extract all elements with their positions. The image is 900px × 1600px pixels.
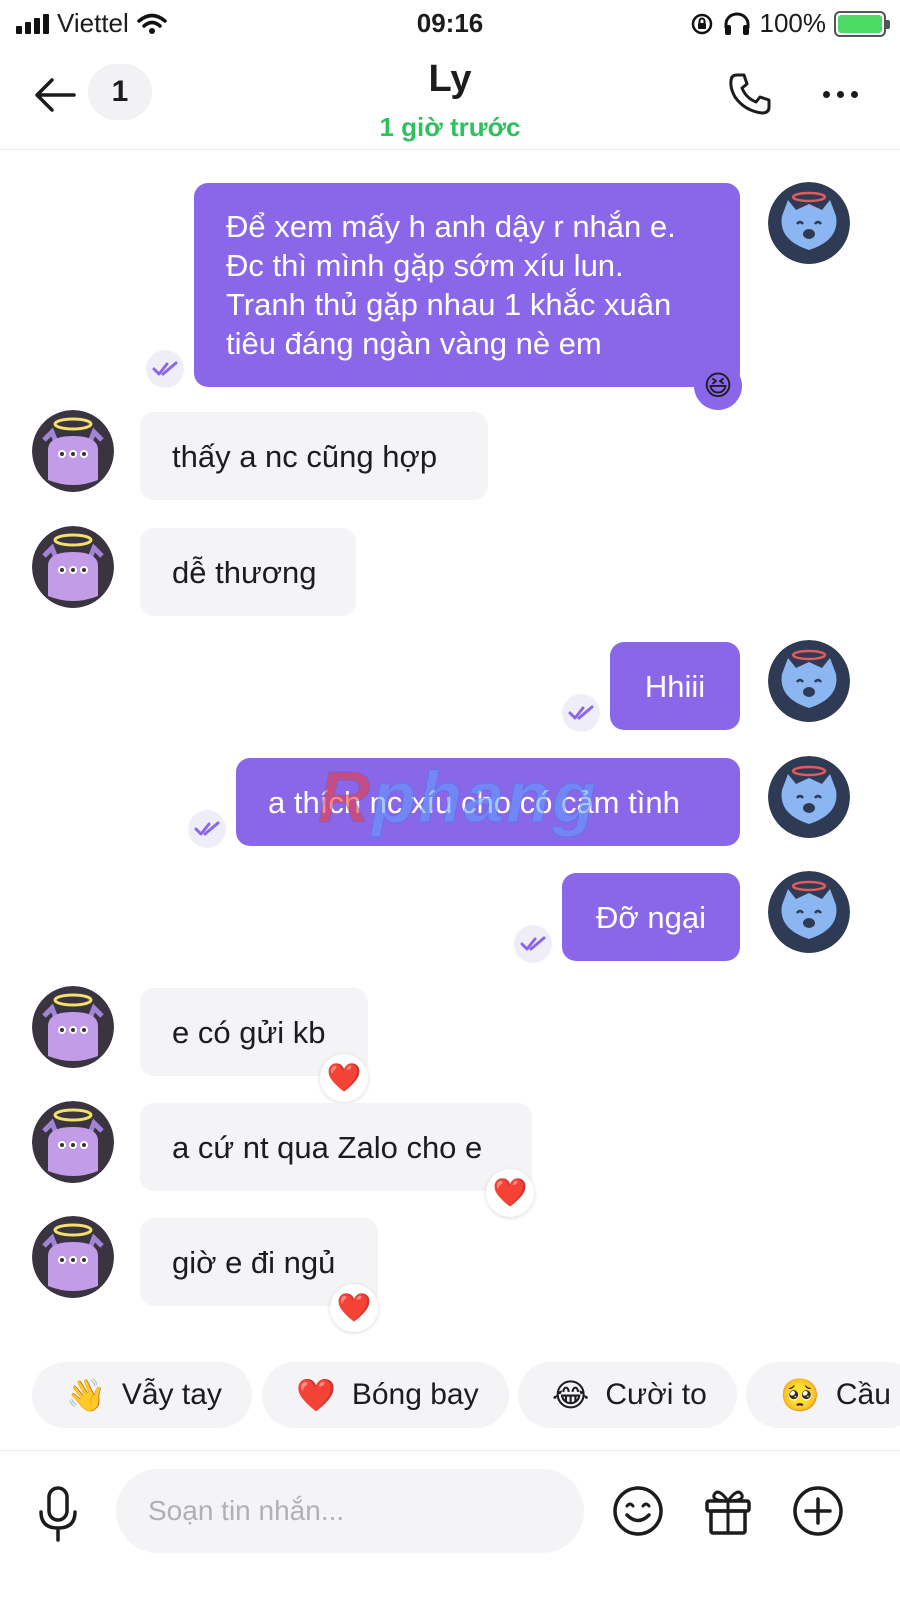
chip-label: Bóng bay <box>351 1378 479 1411</box>
add-attachment-button[interactable] <box>788 1481 848 1541</box>
orientation-lock-icon <box>691 13 712 34</box>
outgoing-message[interactable]: Để xem mấy h anh dậy r nhắn e. Đc thì mì… <box>194 183 740 387</box>
quick-reaction-bar: 👋 Vẫy tay ❤️ Bóng bay 😂 Cười to 🥺 Cầu <box>0 1362 900 1428</box>
chip-label: Cầu <box>835 1378 891 1411</box>
my-avatar[interactable] <box>768 756 850 838</box>
message-text: Hhiii <box>644 668 706 704</box>
message-text: a cứ nt qua Zalo cho e <box>172 1129 483 1165</box>
quick-reaction-wave[interactable]: 👋 Vẫy tay <box>32 1362 252 1428</box>
message-text: Để xem mấy h anh dậy r nhắn e. Đc thì mì… <box>226 209 676 361</box>
message-text: Đỡ ngại <box>596 899 706 935</box>
pleading-face-icon: 🥺 <box>780 1377 820 1413</box>
plus-circle-icon <box>793 1486 843 1536</box>
message-composer <box>0 1450 900 1600</box>
laugh-icon: 😂 <box>552 1377 590 1413</box>
message-input[interactable] <box>116 1469 584 1553</box>
seen-check-icon <box>562 694 600 732</box>
seen-check-icon <box>188 810 226 848</box>
reaction-heart[interactable]: ❤️ <box>486 1169 534 1217</box>
incoming-message[interactable]: a cứ nt qua Zalo cho e <box>140 1103 532 1191</box>
seen-check-icon <box>146 350 184 388</box>
microphone-icon <box>39 1486 77 1542</box>
message-text: e có gửi kb <box>172 1014 326 1050</box>
status-right: 100% <box>690 8 890 39</box>
chip-label: Vẫy tay <box>121 1378 222 1411</box>
phone-icon <box>729 73 771 115</box>
chat-header: 1 Ly 1 giờ trước <box>0 52 900 150</box>
smiley-icon <box>613 1486 663 1536</box>
gift-icon <box>705 1490 751 1535</box>
watermark-logo: Rphang <box>318 758 598 839</box>
emoji-button[interactable] <box>608 1481 668 1541</box>
seen-check-icon <box>514 925 552 963</box>
battery-icon <box>834 10 890 37</box>
quick-reaction-plead[interactable]: 🥺 Cầu <box>746 1362 900 1428</box>
battery-percent: 100% <box>759 8 827 38</box>
reaction-laugh[interactable]: 😆 <box>694 362 742 410</box>
headphones-icon <box>724 12 749 35</box>
voice-message-button[interactable] <box>30 1481 86 1547</box>
my-avatar[interactable] <box>768 640 850 722</box>
outgoing-message[interactable]: Đỡ ngại <box>562 873 740 961</box>
outgoing-message[interactable]: Hhiii <box>610 642 740 730</box>
chip-label: Cười to <box>605 1378 707 1411</box>
quick-reaction-laugh[interactable]: 😂 Cười to <box>518 1362 737 1428</box>
wave-icon: 👋 <box>66 1377 106 1413</box>
heart-icon: ❤️ <box>296 1377 336 1413</box>
reaction-heart[interactable]: ❤️ <box>320 1054 368 1102</box>
incoming-message[interactable]: thấy a nc cũng hợp <box>140 412 488 500</box>
reaction-heart[interactable]: ❤️ <box>330 1284 378 1332</box>
contact-avatar[interactable] <box>32 1101 114 1183</box>
contact-avatar[interactable] <box>32 410 114 492</box>
status-bar: Viettel 09:16 100% <box>0 0 900 48</box>
call-button[interactable] <box>722 66 778 122</box>
more-options-button[interactable] <box>812 66 868 122</box>
contact-avatar[interactable] <box>32 1216 114 1298</box>
my-avatar[interactable] <box>768 871 850 953</box>
message-text: thấy a nc cũng hợp <box>172 438 438 474</box>
gift-button[interactable] <box>698 1481 758 1541</box>
message-text: dễ thương <box>172 554 317 590</box>
chat-area[interactable]: Để xem mấy h anh dậy r nhắn e. Đc thì mì… <box>0 150 900 1360</box>
contact-avatar[interactable] <box>32 986 114 1068</box>
message-text: giờ e đi ngủ <box>172 1244 336 1280</box>
incoming-message[interactable]: dễ thương <box>140 528 356 616</box>
quick-reaction-balloon[interactable]: ❤️ Bóng bay <box>262 1362 509 1428</box>
contact-avatar[interactable] <box>32 526 114 608</box>
my-avatar[interactable] <box>768 182 850 264</box>
